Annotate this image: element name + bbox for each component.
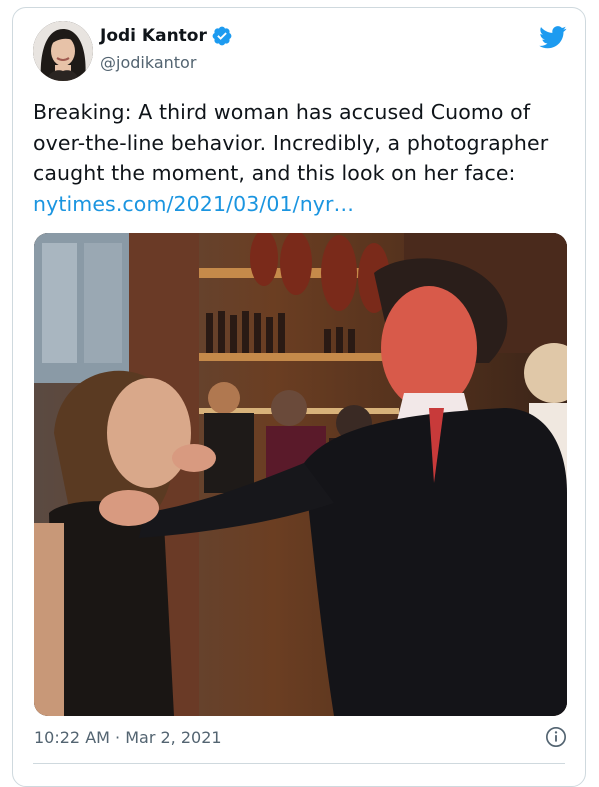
photo-scene <box>34 233 567 716</box>
tweet-card: Jodi Kantor @jodikantor Breaking: A thir… <box>12 7 586 787</box>
verified-badge-icon <box>212 26 232 46</box>
tweet-body: Breaking: A third woman has accused Cuom… <box>33 100 549 185</box>
author-avatar[interactable] <box>33 21 93 81</box>
info-icon[interactable] <box>545 726 567 748</box>
avatar-photo <box>33 21 93 81</box>
tweet-photo[interactable] <box>34 233 567 716</box>
article-link[interactable]: nytimes.com/2021/03/01/nyr… <box>33 192 354 216</box>
author-handle[interactable]: @jodikantor <box>100 53 196 72</box>
tweet-text: Breaking: A third woman has accused Cuom… <box>33 97 573 219</box>
author-display-name[interactable]: Jodi Kantor <box>100 26 207 46</box>
tweet-timestamp[interactable]: 10:22 AM · Mar 2, 2021 <box>34 728 222 747</box>
divider <box>33 763 565 764</box>
twitter-bird-icon[interactable] <box>539 26 567 49</box>
author-name-row[interactable]: Jodi Kantor <box>100 25 233 47</box>
